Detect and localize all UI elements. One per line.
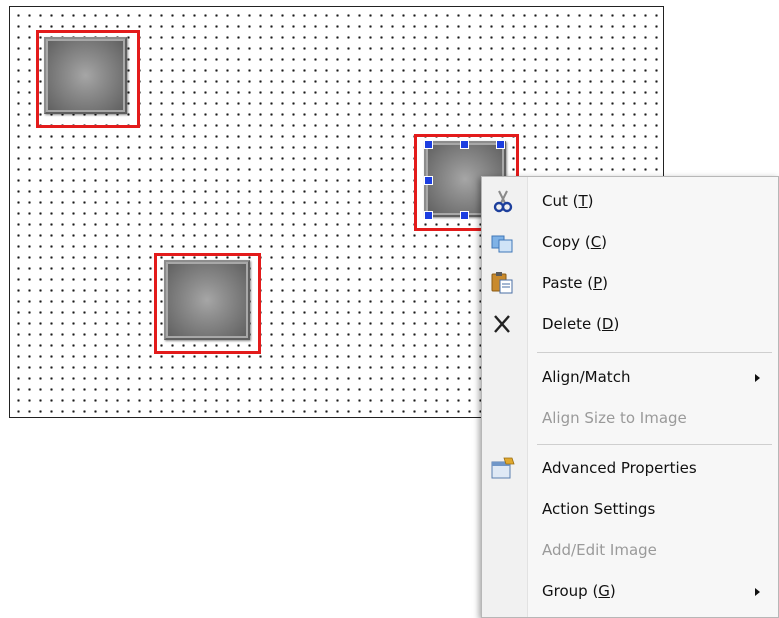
submenu-arrow-icon — [755, 588, 760, 596]
submenu-arrow-icon — [755, 374, 760, 382]
resize-handle[interactable] — [460, 211, 469, 220]
button-object-3[interactable] — [164, 260, 250, 340]
menu-item-advanced-properties[interactable]: Advanced Properties — [482, 450, 778, 486]
paste-icon — [491, 272, 513, 294]
context-menu: Cut (T) Copy (C) Paste (P) Delete (D) Al… — [481, 176, 779, 618]
menu-item-copy[interactable]: Copy (C) — [482, 224, 778, 260]
menu-item-group[interactable]: Group (G) — [482, 573, 778, 609]
advanced-properties-icon — [491, 457, 515, 479]
button-object-1[interactable] — [44, 37, 127, 114]
menu-item-action-settings[interactable]: Action Settings — [482, 491, 778, 527]
menu-item-paste[interactable]: Paste (P) — [482, 265, 778, 301]
resize-handle[interactable] — [496, 140, 505, 149]
menu-separator — [537, 352, 772, 353]
menu-item-delete[interactable]: Delete (D) — [482, 306, 778, 342]
resize-handle[interactable] — [424, 176, 433, 185]
resize-handle[interactable] — [424, 140, 433, 149]
cut-icon — [493, 190, 513, 213]
menu-separator — [537, 444, 772, 445]
copy-icon — [491, 235, 513, 253]
resize-handle[interactable] — [460, 140, 469, 149]
menu-item-cut[interactable]: Cut (T) — [482, 183, 778, 219]
delete-icon — [494, 315, 510, 333]
menu-item-align-match[interactable]: Align/Match — [482, 359, 778, 395]
resize-handle[interactable] — [424, 211, 433, 220]
menu-item-add-edit-image: Add/Edit Image — [542, 541, 657, 559]
menu-item-align-size-to-image: Align Size to Image — [542, 409, 687, 427]
